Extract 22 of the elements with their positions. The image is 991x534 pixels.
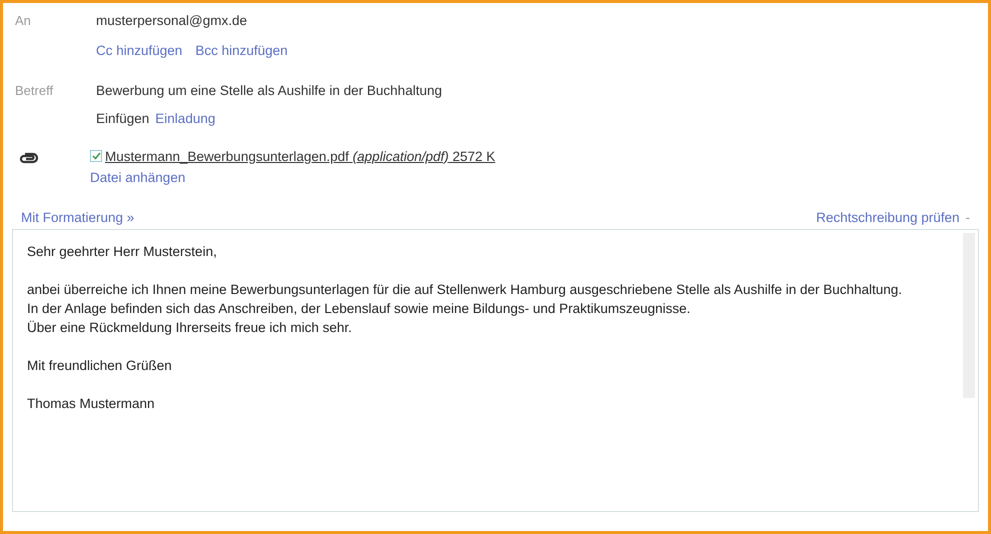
message-body-field[interactable] (12, 229, 979, 512)
attach-file-link[interactable]: Datei anhängen (90, 170, 186, 185)
add-copy-link[interactable]: Bcc hinzufügen (195, 43, 288, 58)
subject-text: Bewerbung um eine Stelle als Aushilfe in der Buchhaltung (96, 83, 442, 98)
body-line: Über eine Rückmeldung Ihrerseits freue ich mich sehr. (27, 319, 353, 337)
recipient-address: musterpersonal@gmx.de (96, 13, 248, 28)
dropdown-caret[interactable]: - (966, 210, 970, 224)
attachment-file-link[interactable]: Mustermann_Bewerbungsunterlagen.pdf (application/pdf) 2572 K (105, 148, 496, 164)
to-label: An (15, 13, 32, 28)
body-line: anbei überreiche ich Ihnen meine Bewerbungsunterlagen für die auf Stellenwerk Hamburg ausgeschriebene Stelle als Aushilfe in der Buchhaltung. (27, 281, 904, 299)
invitation-link[interactable]: Einladung (155, 111, 216, 126)
insert-label: Einfügen (96, 111, 150, 126)
add-copy-link[interactable]: Cc hinzufügen (96, 43, 182, 58)
formatting-link[interactable]: Mit Formatierung » (21, 210, 134, 224)
body-line: Sehr geehrter Herr Musterstein, (27, 243, 218, 261)
body-line: In der Anlage befinden sich das Anschreiben, der Lebenslauf sowie meine Bildungs- und Praktikumszeugnisse. (27, 300, 692, 318)
spellcheck-link[interactable]: Rechtschreibung prüfen (816, 210, 960, 224)
subject-label: Betreff (15, 83, 54, 98)
body-line: Mit freundlichen Grüßen (27, 357, 173, 375)
paperclip-icon (19, 152, 39, 164)
attachment-checkbox[interactable] (90, 150, 102, 162)
body-line: Thomas Mustermann (27, 395, 156, 413)
